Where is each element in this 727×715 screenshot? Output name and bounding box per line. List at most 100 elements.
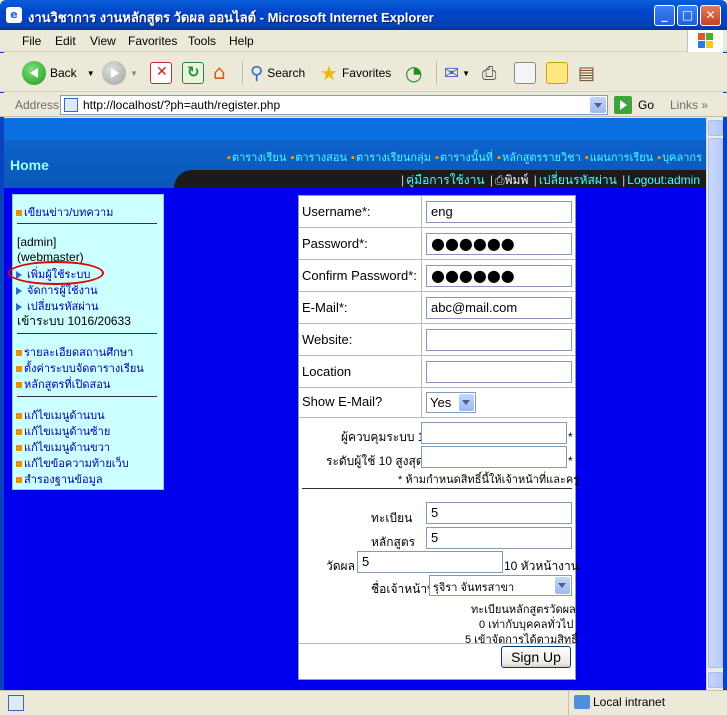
close-button[interactable]: ✕ [700,5,721,26]
mail-button[interactable]: ✉ ▼ [444,59,470,87]
print-button[interactable]: ⎙ [482,59,496,87]
forward-button[interactable]: ▼ [102,59,138,87]
stop-button[interactable]: ✕ [150,59,172,87]
note-icon [546,62,568,84]
divider [17,223,157,224]
address-dropdown-icon[interactable] [590,97,606,113]
top-band [4,118,706,140]
address-label: Address [15,98,60,112]
links-button[interactable]: Links » [670,98,708,112]
nav-item[interactable]: ตารางสอน [295,152,347,164]
manual-link[interactable]: คู่มือการใช้งาน [406,173,484,187]
nav-item[interactable]: แผนการเรียน [590,152,653,164]
mail-dropdown-icon[interactable]: ▼ [462,69,470,78]
bullet-icon [16,413,22,420]
register-input[interactable]: 5 [426,502,572,524]
nav-item[interactable]: บุคลากร [662,152,702,164]
staff-label: ชื่อเจ้าหน้าที่ [371,582,435,596]
research-icon: ▤ [578,62,596,84]
toolbar-separator [436,61,437,85]
backup-db-link[interactable]: สำรองฐานข้อมูล [16,470,103,488]
change-password-link[interactable]: เปลี่ยนรหัสผ่าน [539,173,617,187]
favorites-button[interactable]: ★ Favorites [320,59,391,87]
page-viewport: Home ▪ตารางเรียน ▪ตารางสอน ▪ตารางเรียนกล… [4,118,706,690]
bullet-icon [16,350,22,357]
username-row: Username*: eng [299,196,575,228]
menu-bar: File Edit View Favorites Tools Help [0,30,727,52]
sign-up-button[interactable]: Sign Up [501,646,571,668]
divider [17,396,157,397]
window-frame-right [723,30,727,715]
register-label: ทะเบียน [371,511,413,525]
nav-item[interactable]: ตารางนั้นที่ [440,152,493,164]
search-button[interactable]: ⚲ Search [250,59,305,87]
confirm-password-row: Confirm Password*: ●●●●●● [299,260,575,292]
printer-icon: ⎙ [495,173,505,187]
forward-dropdown-icon[interactable]: ▼ [130,69,138,78]
page-icon [64,98,78,112]
admin-level-input[interactable] [421,422,567,444]
measure-input[interactable]: 5 [357,551,503,573]
vertical-scrollbar[interactable] [706,118,723,690]
open-courses-link[interactable]: หลักสูตรที่เปิดสอน [16,375,110,393]
nav-item[interactable]: หลักสูตรรายวิชา [502,152,581,164]
menu-view[interactable]: View [90,34,116,48]
research-button[interactable]: ▤ [578,59,595,87]
nav-item[interactable]: ตารางเรียนกลุ่ม [356,152,431,164]
measure-suffix: 10 หัวหน้างาน [504,559,579,573]
back-button[interactable]: Back ▼ [22,59,95,87]
back-dropdown-icon[interactable]: ▼ [87,69,95,78]
website-input[interactable] [426,329,572,351]
username-input[interactable]: eng [426,201,572,223]
user-level-input[interactable] [421,446,567,468]
menu-file[interactable]: File [22,34,41,48]
menu-edit[interactable]: Edit [55,34,76,48]
go-button[interactable]: Go [614,96,654,114]
bullet-icon [16,477,22,484]
refresh-button[interactable]: ↻ [182,59,204,87]
maximize-button[interactable]: □ [677,5,698,26]
password-row: Password*: ●●●●●● [299,228,575,260]
website-label: Website: [302,332,353,347]
email-row: E-Mail*: abc@mail.com [299,292,575,324]
go-label: Go [638,98,655,112]
email-input[interactable]: abc@mail.com [426,297,572,319]
home-link[interactable]: Home [10,157,49,173]
scroll-thumb[interactable] [708,138,723,668]
menu-help[interactable]: Help [229,34,254,48]
bullet-icon [16,210,22,217]
register-form: Username*: eng Password*: ●●●●●● Confirm… [298,195,579,680]
nav-item[interactable]: ตารางเรียน [232,152,286,164]
confirm-password-input[interactable]: ●●●●●● [426,265,572,287]
menu-favorites[interactable]: Favorites [128,34,177,48]
security-zone: Local intranet [568,691,718,715]
location-input[interactable] [426,361,572,383]
home-button[interactable]: ⌂ [212,59,234,87]
show-email-select[interactable]: Yes [426,392,476,413]
discuss-button[interactable] [546,59,568,87]
favorites-star-icon: ★ [320,61,338,85]
password-input[interactable]: ●●●●●● [426,233,572,255]
course-input[interactable]: 5 [426,527,572,549]
minimize-button[interactable]: _ [654,5,675,26]
page-status-icon [8,695,24,711]
refresh-icon: ↻ [182,62,204,84]
show-email-label: Show E-Mail? [302,394,383,409]
scroll-down-icon[interactable] [708,672,723,688]
edit-footer-label: แก้ไขข้อความท้ายเว็บ [24,458,129,470]
show-email-value: Yes [430,395,452,410]
toolbar: Back ▼ ▼ ✕ ↻ ⌂ ⚲ Search ★ Favorites ◔ ✉ … [0,53,727,92]
edit-page-icon [514,62,536,84]
left-menu: เขียนข่าว/บทความ [admin] (webmaster) เพิ… [12,194,164,490]
scroll-up-icon[interactable] [708,120,723,136]
print-link[interactable]: พิมพ์ [505,173,529,187]
location-row: Location [299,356,575,388]
menu-tools[interactable]: Tools [188,34,216,48]
address-input[interactable]: http://localhost/?ph=auth/register.php [60,95,608,115]
staff-select[interactable]: รุจิรา จันทรสาขา [429,575,572,596]
backup-db-label: สำรองฐานข้อมูล [24,474,103,486]
edit-button[interactable] [514,59,536,87]
history-button[interactable]: ◔ [405,59,422,87]
write-news-link[interactable]: เขียนข่าว/บทความ [16,203,113,221]
logout-link[interactable]: Logout:admin [627,173,700,187]
